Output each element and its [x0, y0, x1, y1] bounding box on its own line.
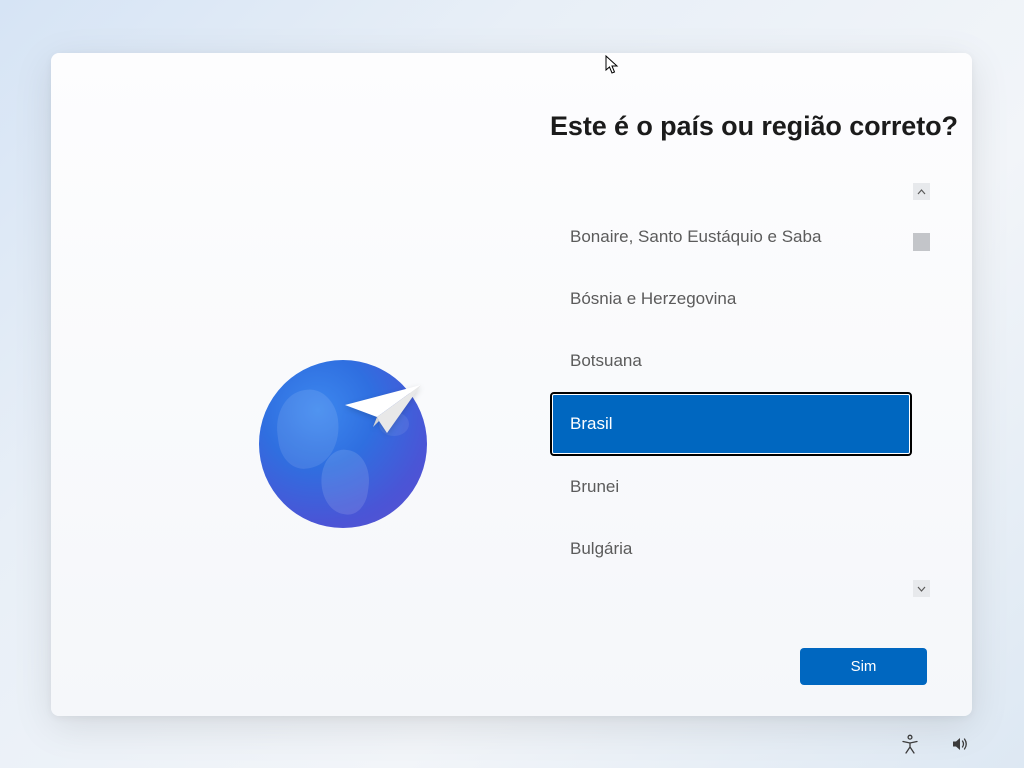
content-pane: Este é o país ou região correto? Bonaire… [506, 53, 972, 716]
country-label: Botsuana [570, 351, 642, 371]
volume-icon[interactable] [950, 734, 970, 754]
paper-plane-icon [343, 383, 423, 435]
page-title: Este é o país ou região correto? [550, 111, 972, 142]
illustration-pane [51, 53, 506, 716]
country-option[interactable]: Brasil [550, 392, 912, 456]
taskbar-utilities [900, 734, 970, 754]
country-label: Bonaire, Santo Eustáquio e Saba [570, 227, 821, 247]
oobe-card: Este é o país ou região correto? Bonaire… [51, 53, 972, 716]
country-option[interactable]: Bonaire, Santo Eustáquio e Saba [550, 206, 912, 268]
country-label: Brunei [570, 477, 619, 497]
accessibility-icon[interactable] [900, 734, 920, 754]
country-label: Bulgária [570, 539, 632, 559]
country-option[interactable]: Brunei [550, 456, 912, 518]
chevron-up-icon[interactable] [913, 183, 930, 200]
scrollbar-thumb[interactable] [913, 233, 930, 251]
scrollbar[interactable] [913, 183, 930, 597]
country-label: Brasil [570, 414, 613, 434]
country-list[interactable]: Bonaire, Santo Eustáquio e Saba Bósnia e … [550, 183, 926, 597]
country-label: Bósnia e Herzegovina [570, 289, 736, 309]
country-option[interactable]: Botsuana [550, 330, 912, 392]
chevron-down-icon[interactable] [913, 580, 930, 597]
country-option[interactable]: Bulgária [550, 518, 912, 580]
yes-button[interactable]: Sim [800, 648, 927, 685]
country-option[interactable]: Bósnia e Herzegovina [550, 268, 912, 330]
